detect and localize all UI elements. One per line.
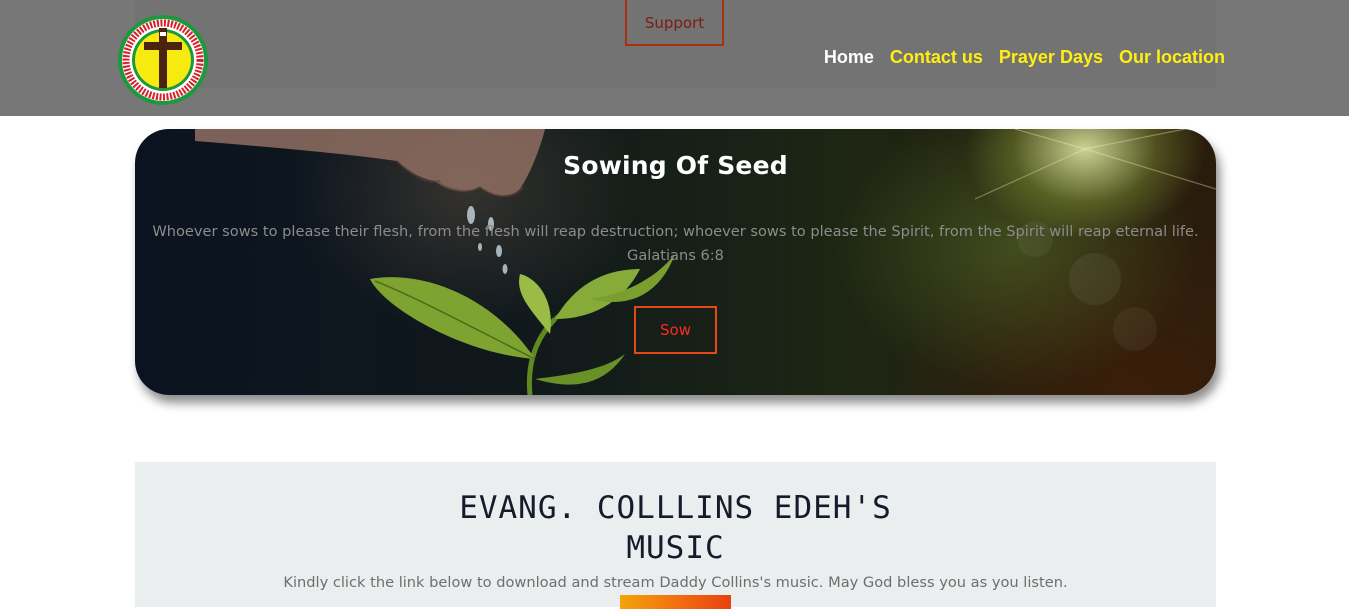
music-subtitle: Kindly click the link below to download … [283, 574, 1068, 591]
music-title-line1: EVANG. COLLLINS EDEH'S [459, 490, 892, 526]
hero-scripture: Whoever sows to please their flesh, from… [135, 220, 1216, 268]
main-nav: Home Contact us Prayer Days Our location [824, 47, 1225, 68]
scripture-text: Whoever sows to please their flesh, from… [152, 223, 1199, 240]
music-title-line2: MUSIC [626, 530, 725, 566]
nav-home[interactable]: Home [824, 47, 874, 68]
nav-contact-us[interactable]: Contact us [890, 47, 983, 68]
music-section: EVANG. COLLLINS EDEH'S MUSIC Kindly clic… [135, 462, 1216, 609]
logo-cross-icon [118, 15, 208, 105]
nav-prayer-days[interactable]: Prayer Days [999, 47, 1103, 68]
hero-title: Sowing Of Seed [563, 151, 788, 180]
music-title: EVANG. COLLLINS EDEH'S MUSIC [135, 488, 1216, 568]
sow-button[interactable]: Sow [634, 306, 717, 354]
church-logo[interactable] [117, 14, 209, 106]
scripture-reference: Galatians 6:8 [627, 247, 724, 264]
site-header: Support Home Contact us Prayer Days Our … [0, 0, 1349, 116]
support-button[interactable]: Support [625, 0, 724, 46]
sowing-seed-hero: Sowing Of Seed Whoever sows to please th… [135, 129, 1216, 395]
nav-our-location[interactable]: Our location [1119, 47, 1225, 68]
